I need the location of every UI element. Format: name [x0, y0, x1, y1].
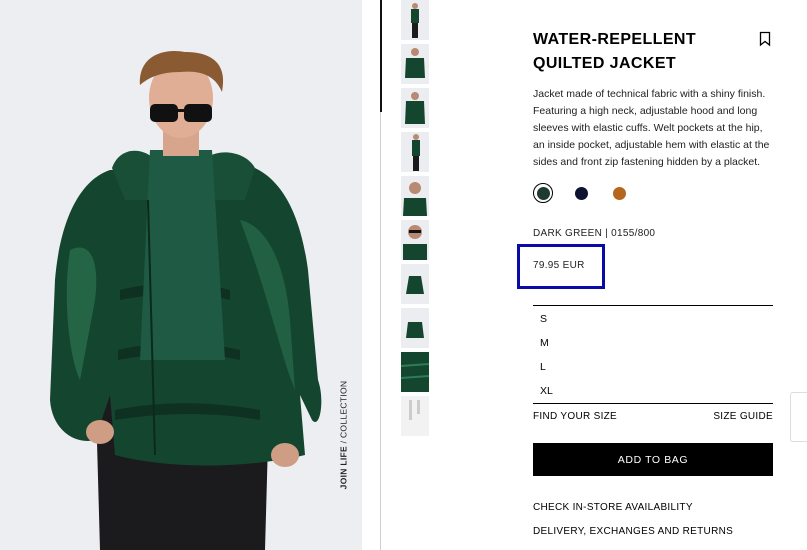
thumbnail-model-full[interactable]	[401, 0, 429, 40]
bookmark-icon[interactable]	[759, 31, 771, 47]
swatch-dark-green[interactable]	[533, 183, 553, 203]
thumbnail-jacket-folded[interactable]	[401, 308, 429, 348]
swatch-tan[interactable]	[609, 183, 629, 203]
size-option-m[interactable]: M	[533, 331, 773, 355]
product-main-image[interactable]	[0, 0, 362, 550]
collection-suffix: / COLLECTION	[338, 380, 349, 446]
model-jacket-photo	[0, 0, 362, 550]
thumbnail-model-side[interactable]	[401, 132, 429, 172]
size-links: FIND YOUR SIZE SIZE GUIDE	[533, 411, 773, 422]
thumbnail-jacket-front[interactable]	[401, 44, 429, 84]
collection-brand: JOIN LIFE	[338, 445, 349, 490]
gallery-scroll-indicator[interactable]	[380, 0, 382, 112]
size-option-s[interactable]: S	[533, 307, 773, 331]
thumbnail-strip	[401, 0, 431, 440]
check-in-store-link[interactable]: CHECK IN-STORE AVAILABILITY	[533, 502, 693, 513]
size-list: S M L XL	[533, 305, 773, 404]
find-your-size-link[interactable]: FIND YOUR SIZE	[533, 411, 617, 422]
thumbnail-label-detail[interactable]	[401, 396, 429, 436]
product-price: 79.95 EUR	[533, 260, 585, 271]
size-option-xl[interactable]: XL	[533, 379, 773, 403]
product-title: WATER-REPELLENT QUILTED JACKET	[533, 31, 697, 72]
add-to-bag-button[interactable]: ADD TO BAG	[533, 443, 773, 476]
side-edge-tab[interactable]	[790, 392, 807, 442]
thumbnail-jacket-worn[interactable]	[401, 88, 429, 128]
size-option-l[interactable]: L	[533, 355, 773, 379]
thumbnail-model-closeup[interactable]	[401, 176, 429, 216]
product-description: Jacket made of technical fabric with a s…	[533, 88, 770, 168]
size-guide-link[interactable]: SIZE GUIDE	[713, 411, 773, 422]
collection-caption: JOIN LIFE / COLLECTION	[333, 380, 353, 490]
swatch-navy[interactable]	[571, 183, 591, 203]
color-reference: DARK GREEN | 0155/800	[533, 228, 656, 239]
delivery-returns-link[interactable]: DELIVERY, EXCHANGES AND RETURNS	[533, 526, 733, 537]
thumbnail-model-glasses[interactable]	[401, 220, 429, 260]
thumbnail-fabric-detail[interactable]	[401, 352, 429, 392]
color-swatches	[533, 183, 629, 203]
thumbnail-jacket-flat[interactable]	[401, 264, 429, 304]
